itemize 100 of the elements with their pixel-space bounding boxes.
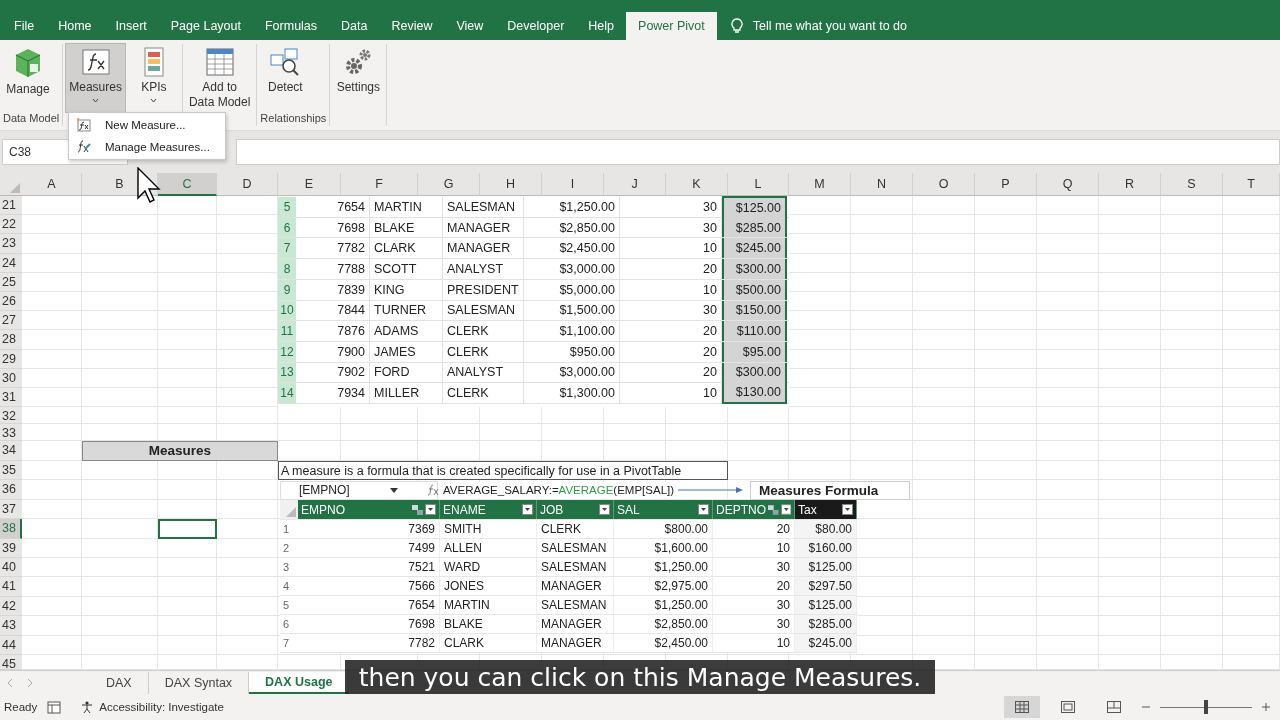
column-header[interactable]: G <box>418 173 480 196</box>
column-header[interactable]: Tax <box>795 499 857 520</box>
column-header[interactable]: A <box>22 173 82 196</box>
row-header[interactable]: 32 <box>0 407 22 425</box>
row-header[interactable]: 35 <box>0 461 22 481</box>
column-header[interactable]: S <box>1161 173 1223 196</box>
column-header[interactable]: I <box>542 173 604 196</box>
ribbon-tab[interactable]: File <box>2 12 47 40</box>
ribbon-tab[interactable]: Help <box>576 12 627 40</box>
column-header[interactable]: T <box>1223 173 1280 196</box>
filter-dropdown-icon[interactable] <box>698 504 709 516</box>
row-header[interactable]: 31 <box>0 387 22 408</box>
tell-me-search[interactable]: Tell me what you want to do <box>716 12 921 40</box>
table-cell: $125.00 <box>722 196 787 218</box>
ribbon-button[interactable]: KPIs <box>128 44 179 112</box>
row-header[interactable]: 37 <box>0 499 22 520</box>
column-header[interactable]: DEPTNO <box>713 499 795 520</box>
filter-dropdown-icon[interactable] <box>425 504 436 516</box>
active-cell[interactable] <box>158 519 217 539</box>
column-header[interactable]: M <box>789 173 851 196</box>
column-header[interactable]: O <box>913 173 975 196</box>
row-header[interactable]: 38 <box>0 519 22 539</box>
caret-icon[interactable] <box>389 487 398 493</box>
row-header[interactable]: 26 <box>0 291 22 312</box>
row-header[interactable]: 44 <box>0 635 22 655</box>
column-header[interactable]: R <box>1099 173 1161 196</box>
column-header[interactable]: L <box>728 173 789 196</box>
table-cell: $3,000.00 <box>524 259 620 279</box>
ribbon-tab[interactable]: Power Pivot <box>626 12 717 40</box>
column-header[interactable]: D <box>217 173 278 196</box>
column-header[interactable]: ENAME <box>440 499 537 520</box>
accessibility-status[interactable]: Accessibility: Investigate <box>81 700 224 715</box>
ribbon-button[interactable]: Settings <box>333 44 384 112</box>
menu-item[interactable]: New Measure... <box>69 114 225 136</box>
row-header[interactable]: 27 <box>0 311 22 331</box>
row-number: 7 <box>278 238 296 259</box>
row-header[interactable]: 24 <box>0 253 22 273</box>
ribbon-tab[interactable]: View <box>444 12 496 40</box>
row-header[interactable]: 34 <box>0 441 22 462</box>
ribbon-tab[interactable]: Page Layout <box>158 12 253 40</box>
formula-icon <box>80 47 111 77</box>
ribbon-button[interactable]: Manage <box>3 44 53 112</box>
row-header[interactable]: 40 <box>0 558 22 578</box>
ribbon-tab[interactable]: Home <box>46 12 104 40</box>
column-header[interactable]: EMPNO <box>298 499 440 520</box>
sheet-tab[interactable]: DAX <box>90 671 149 694</box>
table-cell: $297.50 <box>795 577 857 596</box>
row-header[interactable]: 22 <box>0 215 22 235</box>
ribbon-tab[interactable]: Review <box>379 12 445 40</box>
column-header[interactable]: C <box>158 173 217 196</box>
row-header[interactable]: 29 <box>0 349 22 369</box>
column-header[interactable]: E <box>278 173 341 196</box>
slider-thumb[interactable] <box>1204 700 1208 715</box>
macro-record-icon[interactable] <box>47 701 62 714</box>
column-selector[interactable]: [EMPNO] <box>280 480 438 500</box>
table-cell: CLERK <box>537 520 614 539</box>
row-header[interactable]: 36 <box>0 480 22 500</box>
column-header[interactable]: Q <box>1037 173 1099 196</box>
table-cell: $1,300.00 <box>524 383 620 404</box>
ribbon-button[interactable]: Add to Data Model <box>185 44 254 112</box>
formula-input[interactable] <box>236 139 1280 165</box>
column-header[interactable]: K <box>666 173 728 196</box>
filter-dropdown-icon[interactable] <box>522 504 533 516</box>
row-header[interactable]: 33 <box>0 424 22 442</box>
ribbon-button[interactable]: Measures <box>66 44 125 112</box>
filter-dropdown-icon[interactable] <box>599 504 610 516</box>
ribbon-button[interactable]: Detect <box>260 44 311 112</box>
table-cell: 7839 <box>296 279 370 300</box>
filter-dropdown-icon[interactable] <box>842 504 853 516</box>
table-cell: 7698 <box>298 615 440 634</box>
ribbon-tab[interactable]: Data <box>329 12 380 40</box>
column-header[interactable]: JOB <box>537 499 614 520</box>
row-header[interactable]: 21 <box>0 196 22 216</box>
row-header[interactable]: 43 <box>0 616 22 636</box>
row-header[interactable]: 39 <box>0 538 22 558</box>
row-header[interactable]: 41 <box>0 577 22 597</box>
ribbon-tab[interactable]: Insert <box>103 12 159 40</box>
column-header[interactable]: P <box>975 173 1037 196</box>
table-cell: $125.00 <box>795 596 857 615</box>
column-header[interactable]: F <box>341 173 418 196</box>
ribbon-tab[interactable]: Formulas <box>252 12 330 40</box>
column-header[interactable]: SAL <box>614 499 713 520</box>
measure-formula[interactable]: AVERAGE_SALARY:=AVERAGE(EMP[SAL]) <box>443 482 675 499</box>
table-cell: 7698 <box>296 217 370 238</box>
table-cell: $3,000.00 <box>524 362 620 383</box>
callout-label: Measures Formula <box>750 480 911 500</box>
row-header[interactable]: 28 <box>0 330 22 350</box>
zoom-in-icon[interactable] <box>1262 703 1270 712</box>
table-cell: $2,450.00 <box>614 634 713 653</box>
view-button[interactable] <box>1004 696 1040 719</box>
row-header[interactable]: 30 <box>0 368 22 388</box>
row-header[interactable]: 23 <box>0 234 22 254</box>
column-header[interactable]: J <box>604 173 666 196</box>
column-header[interactable]: N <box>851 173 913 196</box>
ribbon-tab[interactable]: Developer <box>495 12 577 40</box>
filter-dropdown-icon[interactable] <box>780 504 791 516</box>
row-header[interactable]: 25 <box>0 272 22 292</box>
table-cell: $125.00 <box>795 558 857 577</box>
column-header[interactable]: H <box>480 173 542 196</box>
row-header[interactable]: 42 <box>0 596 22 617</box>
